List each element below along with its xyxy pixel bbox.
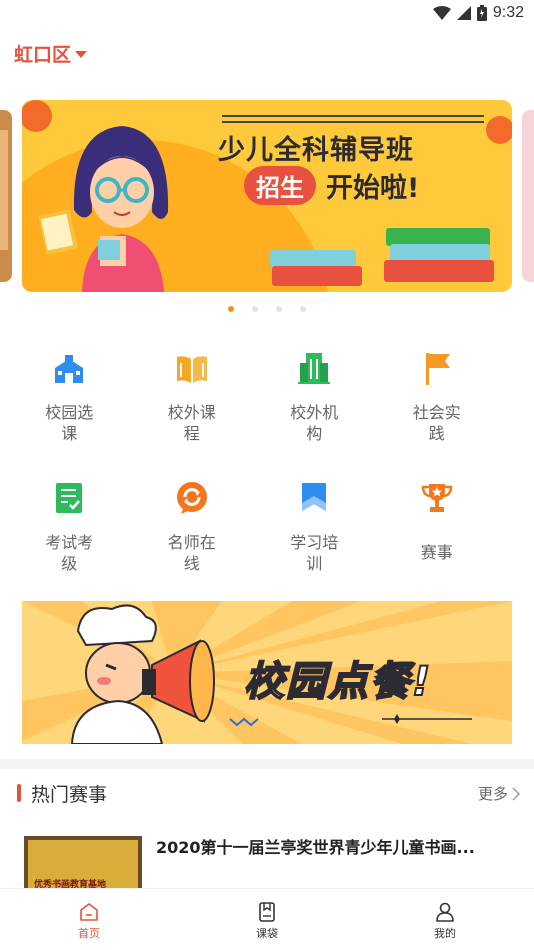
grid-item-exam-grade[interactable]: 考试考级	[8, 470, 131, 578]
grid-item-campus-course[interactable]: 校园选课	[8, 340, 131, 448]
more-link[interactable]: 更多	[478, 783, 520, 804]
carousel-dot[interactable]	[276, 306, 282, 312]
carousel-indicator	[0, 306, 534, 312]
carousel-dot[interactable]	[300, 306, 306, 312]
banner-carousel[interactable]: 少儿全科辅导班 招生 开始啦!	[22, 100, 512, 292]
section-header: 热门赛事 更多	[0, 776, 534, 816]
section-title: 热门赛事	[31, 784, 108, 806]
course-bag-icon	[259, 902, 275, 922]
carousel-dot[interactable]	[252, 306, 258, 312]
grid-item-extra-course[interactable]: 校外课程	[131, 340, 254, 448]
more-label: 更多	[477, 785, 508, 803]
profile-icon	[436, 902, 454, 922]
tab-label: 课袋	[256, 927, 278, 940]
office-building-icon	[294, 348, 334, 388]
status-icons: 9:32	[432, 4, 524, 22]
grid-label: 校园选课	[45, 403, 94, 443]
banner-subtitle: 开始啦!	[326, 173, 420, 204]
tab-course-bag[interactable]: 课袋	[178, 889, 356, 950]
tab-label: 首页	[78, 927, 100, 940]
section-divider	[0, 759, 534, 769]
app-screen: 9:32 虹口区 少儿全科辅导班 招生 开始啦! 校园选课 校外课程 校外机构 …	[0, 0, 534, 950]
tab-home[interactable]: 首页	[0, 889, 178, 950]
open-book-icon	[172, 348, 212, 388]
banner-subtitle-row: 招生 开始啦!	[244, 166, 419, 205]
chevron-right-icon	[512, 786, 520, 801]
trophy-icon	[417, 478, 457, 518]
grid-label: 赛事	[420, 543, 453, 562]
home-icon	[80, 903, 98, 921]
status-bar: 9:32	[0, 0, 534, 28]
grid-label: 考试考级	[45, 533, 94, 573]
grid-item-extra-org[interactable]: 校外机构	[253, 340, 376, 448]
tab-profile[interactable]: 我的	[356, 889, 534, 950]
promo-banner[interactable]: 校园点餐!	[22, 601, 512, 744]
grid-item-competition[interactable]: 赛事	[376, 470, 499, 578]
banner-next-peek[interactable]	[522, 110, 534, 282]
tab-label: 我的	[434, 927, 456, 940]
location-label: 虹口区	[14, 44, 72, 66]
location-selector[interactable]: 虹口区	[14, 40, 88, 67]
grid-item-teacher-online[interactable]: 名师在线	[131, 470, 254, 578]
chat-refresh-icon	[172, 478, 212, 518]
section-accent-bar	[17, 784, 21, 802]
category-grid: 校园选课 校外课程 校外机构 社会实践 考试考级 名师在线 学习培训 赛事	[8, 340, 526, 578]
banner-title: 少儿全科辅导班	[218, 135, 414, 166]
grid-item-study-training[interactable]: 学习培训	[253, 470, 376, 578]
clock: 9:32	[492, 4, 524, 21]
event-plaque: 优秀书画教育基地	[28, 840, 138, 892]
checklist-icon	[49, 478, 89, 518]
wifi-icon	[432, 6, 451, 20]
banner-prev-peek[interactable]	[0, 110, 12, 282]
grid-label: 名师在线	[167, 533, 216, 573]
caret-down-icon	[75, 51, 88, 58]
grid-label: 社会实践	[412, 403, 461, 443]
signal-icon	[456, 6, 471, 20]
grid-label: 学习培训	[290, 533, 339, 573]
grid-label: 校外机构	[290, 403, 339, 443]
flag-icon	[417, 348, 457, 388]
event-list-item[interactable]: 优秀书画教育基地 2020第十一届兰亭奖世界青少年儿童书画...	[22, 834, 522, 896]
bottom-tab-bar: 首页 课袋 我的	[0, 888, 534, 950]
carousel-dot[interactable]	[228, 306, 234, 312]
battery-icon	[476, 5, 487, 21]
bookmark-icon	[294, 478, 334, 518]
school-building-icon	[49, 348, 89, 388]
grid-item-social-practice[interactable]: 社会实践	[376, 340, 499, 448]
promo-text: 校园点餐!	[243, 658, 433, 706]
event-title: 2020第十一届兰亭奖世界青少年儿童书画...	[156, 838, 475, 857]
grid-label: 校外课程	[167, 403, 216, 443]
banner-badge: 招生	[244, 166, 316, 205]
event-thumbnail: 优秀书画教育基地	[24, 836, 142, 896]
